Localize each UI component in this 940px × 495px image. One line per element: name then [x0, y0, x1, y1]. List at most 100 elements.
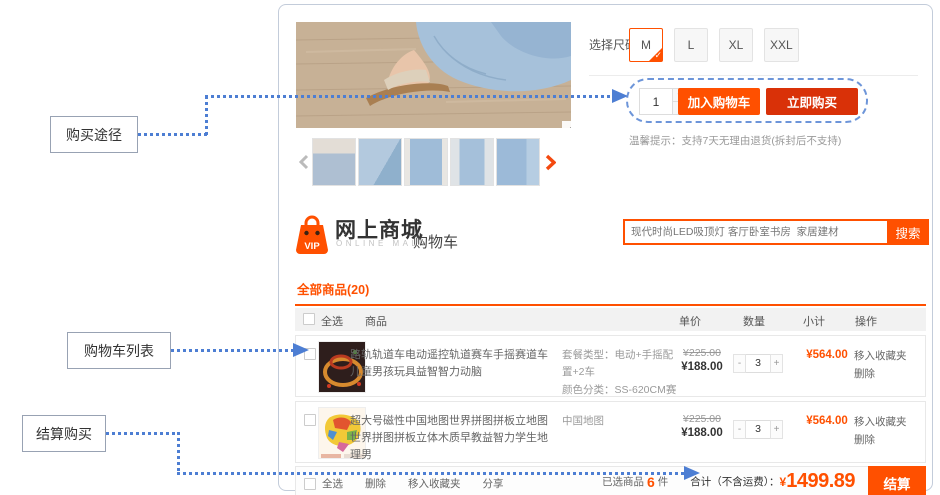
row-quantity-increase-button[interactable]: +: [770, 420, 783, 439]
thumbs-prev-button[interactable]: [296, 154, 312, 170]
delete-link[interactable]: 删除: [854, 431, 907, 449]
size-option-xxl[interactable]: XXL: [764, 28, 799, 62]
footer-select-all-link[interactable]: 全选: [322, 476, 343, 491]
move-to-favorites-link[interactable]: 移入收藏夹: [854, 347, 907, 365]
column-quantity: 数量: [743, 313, 765, 329]
arrow-line: [106, 432, 180, 435]
delete-link[interactable]: 删除: [854, 365, 907, 383]
size-option-m[interactable]: M ✓: [629, 28, 663, 62]
column-subtotal: 小计: [803, 313, 825, 329]
arrow-line: [177, 432, 180, 474]
old-price: ¥225.00: [666, 347, 738, 359]
chevron-right-icon: [545, 154, 556, 171]
footer-delete-link[interactable]: 删除: [365, 476, 386, 491]
product-thumbnail[interactable]: [312, 138, 356, 186]
row-quantity-decrease-button[interactable]: -: [733, 354, 746, 373]
column-select-all: 全选: [321, 313, 343, 329]
annotation-purchase-path: 购买途径: [50, 116, 138, 153]
arrow-line: [205, 96, 208, 136]
total-label: 合计（不含运费）：: [690, 474, 779, 489]
selected-items-suffix: 件: [658, 474, 669, 489]
row-checkbox[interactable]: [304, 414, 316, 426]
row-quantity-stepper: - 3 +: [733, 420, 783, 439]
zoom-glass-button[interactable]: [562, 121, 571, 128]
row-quantity-decrease-button[interactable]: -: [733, 420, 746, 439]
size-option-label: XXL: [770, 38, 793, 52]
vip-shopping-bag-icon: VIP: [295, 211, 329, 257]
product-thumbnail[interactable]: [404, 138, 448, 186]
divider: [589, 75, 918, 76]
search-input[interactable]: [623, 219, 887, 245]
product-thumbnail[interactable]: [450, 138, 494, 186]
annotation-checkout: 结算购买: [22, 415, 106, 452]
unit-price-cell: ¥225.00 ¥188.00: [666, 413, 738, 439]
cart-footer-links: 全选 删除 移入收藏夹 分享: [304, 476, 526, 491]
size-selected-check-icon: ✓: [654, 39, 662, 71]
cart-page-title: 购物车: [413, 231, 458, 252]
cart-table-header: 全选 商品 单价 数量 小计 操作: [295, 308, 926, 331]
select-all-checkbox[interactable]: [303, 313, 315, 325]
product-thumbnail[interactable]: [496, 138, 540, 186]
checkout-button[interactable]: 结算: [868, 466, 926, 495]
current-price: ¥188.00: [666, 361, 738, 373]
size-options: M ✓ L XL XXL: [629, 28, 799, 62]
current-price: ¥188.00: [666, 427, 738, 439]
annotation-label: 购买途径: [66, 125, 122, 145]
annotation-label: 结算购买: [36, 424, 92, 444]
cart-section-title: 全部商品(20): [295, 279, 926, 306]
arrow-line: [171, 349, 293, 352]
search-button[interactable]: 搜索: [887, 219, 929, 245]
footer-move-to-favorites-link[interactable]: 移入收藏夹: [408, 476, 461, 491]
thumbs-next-button[interactable]: [542, 154, 558, 171]
mall-logo[interactable]: VIP: [295, 211, 329, 262]
footer-select-all-checkbox[interactable]: [304, 478, 316, 490]
column-unit-price: 单价: [679, 313, 701, 329]
footer-share-link[interactable]: 分享: [483, 476, 504, 491]
cart-footer-bar: 全选 删除 移入收藏夹 分享 已选商品 6 件 合计（不含运费）： ¥ 1499…: [295, 466, 926, 495]
arrow-line: [177, 472, 685, 475]
selected-items-count: 6: [647, 474, 655, 490]
product-photo-illustration: [296, 22, 571, 128]
arrow-head-icon: [612, 89, 628, 103]
annotation-label: 购物车列表: [84, 341, 154, 361]
product-thumbnail[interactable]: [358, 138, 402, 186]
subtotal-cell: ¥564.00: [794, 415, 860, 427]
row-quantity-value[interactable]: 3: [746, 354, 770, 373]
cart-section: 全部商品(20) 全选 商品 单价 数量 小计 操作: [295, 279, 926, 495]
row-quantity-increase-button[interactable]: +: [770, 354, 783, 373]
selected-items-prefix: 已选商品: [602, 474, 644, 489]
size-option-label: XL: [729, 38, 744, 52]
chevron-left-icon: [299, 154, 309, 170]
buy-zone-highlight: [626, 78, 868, 123]
row-actions: 移入收藏夹 删除: [854, 347, 907, 384]
annotation-cart-list: 购物车列表: [67, 332, 171, 369]
thumbnail-strip: [296, 136, 596, 188]
currency-symbol: ¥: [780, 475, 787, 489]
product-title[interactable]: 路轨轨道车电动遥控轨道赛车手摇赛道车儿童男孩玩具益智智力动脑: [350, 347, 558, 381]
move-to-favorites-link[interactable]: 移入收藏夹: [854, 413, 907, 431]
size-option-label: M: [641, 38, 651, 52]
subtotal-cell: ¥564.00: [794, 349, 860, 361]
product-title[interactable]: 超大号磁性中国地图世界拼图拼板立地图世界拼图拼板立体木质早教益智力学生地理男: [350, 413, 558, 464]
cart-row: 路轨轨道车电动遥控轨道赛车手摇赛道车儿童男孩玩具益智智力动脑 套餐类型：电动+手…: [295, 335, 926, 397]
size-option-l[interactable]: L: [674, 28, 708, 62]
product-main-image[interactable]: [296, 22, 571, 128]
product-spec: 中国地图: [562, 413, 680, 430]
column-actions: 操作: [855, 313, 877, 329]
old-price: ¥225.00: [666, 413, 738, 425]
arrow-line: [205, 95, 612, 98]
row-quantity-value[interactable]: 3: [746, 420, 770, 439]
product-specs: 中国地图: [562, 413, 680, 430]
cart-row: 超大号磁性中国地图世界拼图拼板立地图世界拼图拼板立体木质早教益智力学生地理男 中…: [295, 401, 926, 463]
product-spec: 套餐类型：电动+手摇配置+2车: [562, 347, 680, 382]
unit-price-cell: ¥225.00 ¥188.00: [666, 347, 738, 373]
row-actions: 移入收藏夹 删除: [854, 413, 907, 450]
search-bar: 搜索: [623, 219, 929, 245]
arrow-head-icon: [684, 466, 700, 480]
store-panel: 选择尺码: M ✓ L XL XXL + - 加入购物: [278, 4, 933, 491]
svg-text:VIP: VIP: [304, 241, 320, 252]
size-option-label: L: [688, 38, 695, 52]
size-option-xl[interactable]: XL: [719, 28, 753, 62]
arrow-line: [138, 133, 208, 136]
row-quantity-stepper: - 3 +: [733, 354, 783, 373]
